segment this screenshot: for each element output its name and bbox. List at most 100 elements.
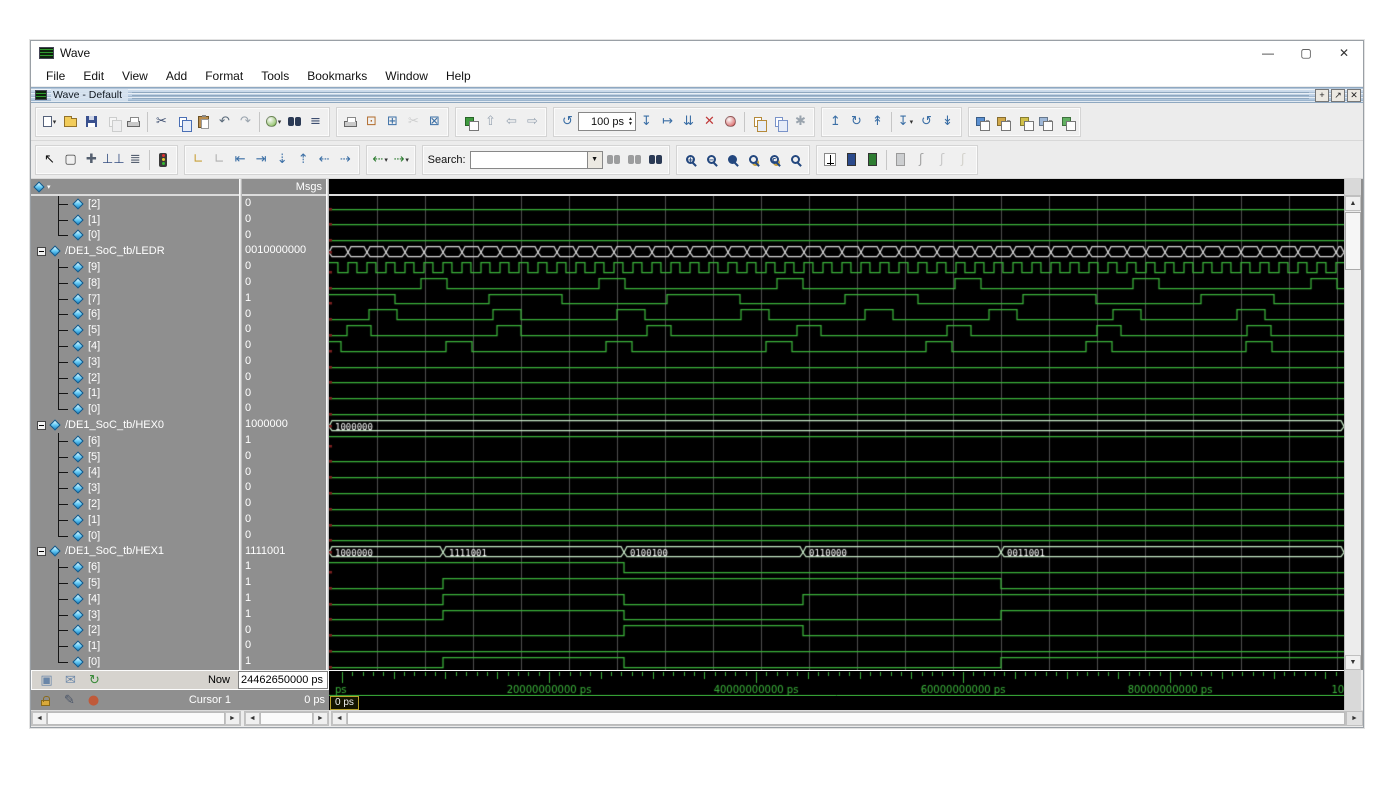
pane-add-button[interactable]: + [1315, 88, 1329, 102]
msgs-horizontal-scrollbar[interactable]: ◄ ► [243, 711, 329, 726]
menu-edit[interactable]: Edit [74, 69, 113, 83]
redo-button[interactable]: ↷ [235, 110, 256, 134]
signal-row[interactable]: [6] [31, 559, 239, 575]
save-wave-format-button[interactable]: ▾ [1035, 110, 1056, 134]
collapse-box-icon[interactable] [37, 546, 46, 556]
lock-cursor-icon[interactable] [35, 688, 56, 712]
scroll-down-button[interactable]: ▼ [1345, 655, 1361, 670]
vertical-scroll-track[interactable] [1345, 211, 1361, 655]
timeline-ruler[interactable] [329, 671, 1344, 696]
collapse-expanded-time-button[interactable]: ʃ [953, 148, 974, 172]
add-selected-to-wave-button[interactable]: ▾ [972, 110, 993, 134]
signal-row[interactable]: [1] [31, 211, 239, 228]
menu-help[interactable]: Help [437, 69, 480, 83]
print-button[interactable] [123, 110, 144, 134]
signal-row[interactable]: [0] [31, 227, 239, 244]
pause-button[interactable]: ✱ [790, 110, 811, 134]
open-file-button[interactable] [60, 110, 81, 134]
next-transition-button[interactable]: ⇥ [251, 148, 272, 172]
log-button[interactable] [769, 110, 790, 134]
maximize-button[interactable]: ▢ [1287, 41, 1325, 65]
scroll-up-button[interactable]: ▲ [1345, 196, 1361, 211]
search-forward-button[interactable] [624, 148, 645, 172]
names-scroll-left-button[interactable]: ◄ [32, 712, 47, 725]
menu-file[interactable]: File [37, 69, 74, 83]
wave-scroll-right-button[interactable]: ► [1346, 711, 1363, 726]
previous-falling-edge-button[interactable]: ⇣ [272, 148, 293, 172]
edit-cursor-icon[interactable]: ✎ [59, 688, 80, 712]
collapse-box-icon[interactable] [37, 420, 46, 430]
wave-scroll-left-button[interactable]: ◄ [331, 712, 347, 725]
run-all-button[interactable]: ⇊ [678, 110, 699, 134]
move-up-button[interactable]: ⇧ [480, 110, 501, 134]
delete-wave-button[interactable] [1056, 110, 1077, 134]
signal-row[interactable]: [1] [31, 638, 239, 654]
wave-scroll-thumb[interactable] [346, 712, 1346, 725]
copy-button[interactable] [172, 110, 193, 134]
print-wave-button[interactable] [340, 110, 361, 134]
signal-names-header[interactable]: ▾ [31, 179, 239, 196]
paste-button[interactable] [193, 110, 214, 134]
signal-parent-row[interactable]: /DE1_SoC_tb/LEDR [31, 243, 239, 259]
restart-button[interactable]: ↺ [557, 110, 578, 134]
signal-row[interactable]: [3] [31, 353, 239, 370]
zoom-others-button[interactable] [785, 148, 806, 172]
find-next-event-button[interactable]: ⇢ ▾ [391, 148, 412, 172]
signal-row[interactable]: [0] [31, 401, 239, 417]
zoom-between-cursors-button[interactable]: c [764, 148, 785, 172]
signal-row[interactable]: [8] [31, 274, 239, 291]
find-first-button[interactable]: ↥ [825, 110, 846, 134]
paste-structure-button[interactable] [459, 110, 480, 134]
pane-header[interactable]: Wave - Default + ↗ ✕ [31, 87, 1363, 103]
move-bottom-button[interactable]: ↡ [937, 110, 958, 134]
zoom-in-button[interactable]: + [680, 148, 701, 172]
minimize-button[interactable]: — [1249, 41, 1287, 65]
signal-parent-row[interactable]: /DE1_SoC_tb/HEX1 [31, 544, 239, 560]
next-falling-edge-button[interactable]: ⇡ [293, 148, 314, 172]
zoom-out-button[interactable]: − [701, 148, 722, 172]
signal-row[interactable]: [3] [31, 606, 239, 623]
cut-time-button[interactable]: ✂ [403, 110, 424, 134]
run-length-decrement-icon[interactable]: ▼ [628, 121, 633, 127]
signal-row[interactable]: [7] [31, 290, 239, 307]
cursor-label[interactable]: Cursor 1 [108, 694, 239, 706]
names-horizontal-scrollbar[interactable]: ◄ ► [31, 711, 241, 726]
search-options-button[interactable] [645, 148, 666, 172]
signal-row[interactable]: [5] [31, 322, 239, 338]
break-button[interactable]: ✕ [699, 110, 720, 134]
virtual-mode-button[interactable]: ≣ [125, 148, 146, 172]
msgs-scroll-right-button[interactable]: ► [312, 712, 328, 725]
edit-region-button[interactable]: ⊡ [361, 110, 382, 134]
signal-row[interactable]: [4] [31, 464, 239, 481]
show-structure-button[interactable]: ≡ [305, 110, 326, 134]
collapse-box-icon[interactable] [37, 246, 46, 256]
pane-undock-button[interactable]: ↗ [1331, 88, 1345, 102]
new-file-button[interactable]: ▾ [39, 110, 60, 134]
pane-close-button[interactable]: ✕ [1347, 88, 1361, 102]
move-top-button[interactable]: ↟ [867, 110, 888, 134]
show-drivers-button[interactable] [862, 148, 883, 172]
signal-row[interactable]: [6] [31, 306, 239, 323]
vertical-scroll-thumb[interactable] [1345, 212, 1361, 270]
move-left-button[interactable]: ⇦ [501, 110, 522, 134]
zoom-full-button[interactable] [722, 148, 743, 172]
edit-wave-button[interactable] [1014, 110, 1035, 134]
signal-row[interactable]: [9] [31, 259, 239, 275]
signal-row[interactable]: [1] [31, 385, 239, 402]
msgs-scroll-thumb[interactable] [259, 712, 313, 725]
search-input[interactable] [469, 150, 588, 169]
insert-mode-button[interactable]: ↧ ▾ [895, 110, 916, 134]
find-previous-event-button[interactable]: ⇠ ▾ [370, 148, 391, 172]
zoom-in-on-active-cursor-button[interactable] [743, 148, 764, 172]
add-cursor-button[interactable] [820, 148, 841, 172]
select-mode-button[interactable]: ↖ [39, 148, 60, 172]
search-dropdown-button[interactable]: ▼ [587, 150, 603, 169]
signal-row[interactable]: [4] [31, 590, 239, 607]
menu-format[interactable]: Format [196, 69, 252, 83]
expanded-time-off-button[interactable] [890, 148, 911, 172]
signal-row[interactable]: [5] [31, 448, 239, 465]
wave-horizontal-scrollbar[interactable]: ◄ [330, 711, 1347, 726]
menu-window[interactable]: Window [376, 69, 437, 83]
search-reverse-button[interactable] [603, 148, 624, 172]
waveform-canvas[interactable] [329, 196, 1344, 670]
